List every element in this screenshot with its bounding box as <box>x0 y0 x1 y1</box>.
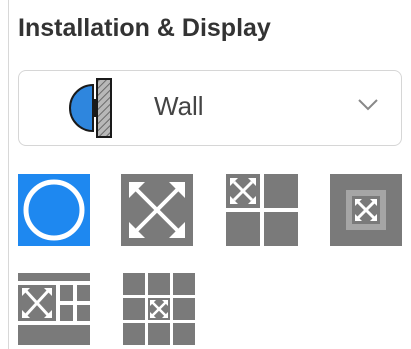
quad-view-icon <box>226 174 298 246</box>
chevron-down-icon <box>357 98 379 117</box>
center-view-icon <box>330 174 402 246</box>
multi-view-icon <box>18 273 90 345</box>
display-mode-grid[interactable] <box>123 273 195 345</box>
installation-mode-select[interactable]: Wall <box>18 70 402 146</box>
installation-display-panel: Installation & Display Wall <box>0 0 411 349</box>
grid-view-icon <box>123 273 195 345</box>
section-title: Installation & Display <box>18 14 271 42</box>
panel-left-border <box>8 0 9 349</box>
expand-arrows-icon <box>121 174 193 246</box>
display-mode-quad[interactable] <box>226 174 298 246</box>
display-mode-fisheye[interactable] <box>18 174 90 246</box>
installation-mode-value: Wall <box>154 91 204 121</box>
display-mode-panorama[interactable] <box>121 174 193 246</box>
display-mode-center[interactable] <box>330 174 402 246</box>
display-mode-multi[interactable] <box>18 273 90 345</box>
wall-mount-icon <box>59 77 139 144</box>
circle-fisheye-icon <box>18 174 90 246</box>
